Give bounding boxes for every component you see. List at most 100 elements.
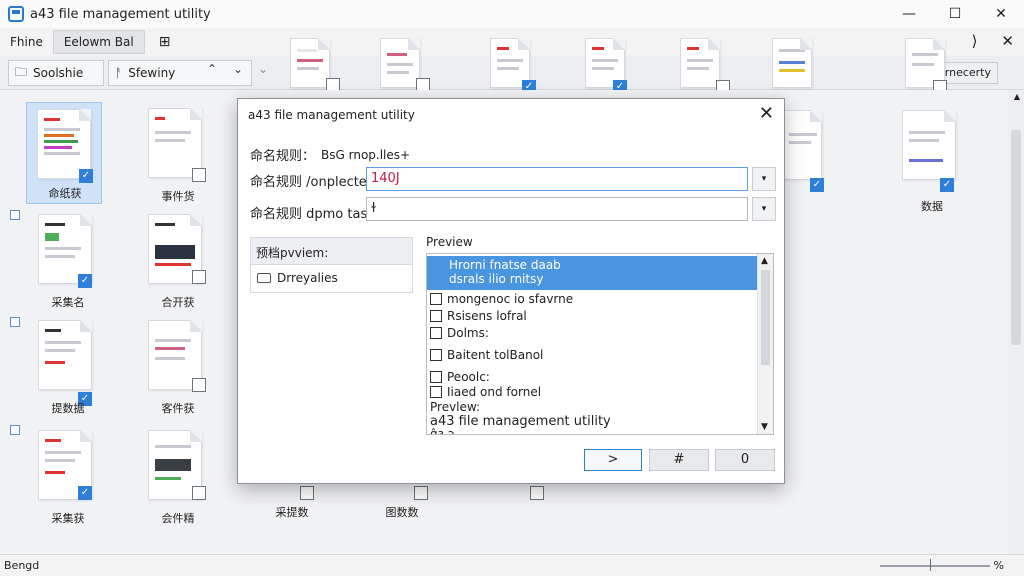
zoom-slider[interactable] <box>880 565 990 567</box>
directories-label: Drreyalies <box>277 271 338 285</box>
zoom-slider-handle[interactable] <box>930 559 931 571</box>
redo-icon[interactable]: ⟩ <box>972 32 978 50</box>
document-icon <box>680 38 720 88</box>
preview-row[interactable]: Iiaed ond fornel <box>427 385 757 399</box>
checkbox[interactable] <box>414 486 428 500</box>
zero-button[interactable]: 0 <box>715 449 775 471</box>
scroll-up-icon[interactable]: ▲ <box>761 256 768 266</box>
preview-row-text: ɑ̂ɜ ɔ <box>430 427 455 435</box>
preview-label: Preview <box>426 235 473 249</box>
file-label: 提数据 <box>51 402 85 415</box>
checkbox[interactable] <box>530 486 544 500</box>
demo-input[interactable]: ɫ <box>366 197 748 221</box>
minimize-button[interactable]: — <box>886 0 932 28</box>
next-button[interactable]: > <box>584 449 642 471</box>
file-label: 会件精 <box>161 512 195 525</box>
checkbox-checked[interactable]: ✓ <box>79 169 93 183</box>
preview-row[interactable]: Baitent tolBanol <box>427 348 757 362</box>
hash-button[interactable]: # <box>649 449 709 471</box>
preview-row-checkbox[interactable] <box>430 293 442 305</box>
close-icon[interactable]: ✕ <box>1001 32 1014 50</box>
file-label: 客件获 <box>161 402 195 415</box>
preview-row-checkbox[interactable] <box>430 310 442 322</box>
checkbox[interactable] <box>192 378 206 392</box>
file-thumb-selected[interactable]: ✓ 命纸获 <box>26 102 102 204</box>
scroll-down-icon[interactable]: ▼ <box>761 422 768 432</box>
file-label: 事件货 <box>161 190 195 203</box>
chevron-down-icon[interactable]: ⌄ <box>233 62 243 76</box>
preview-row-text: Iiaed ond fornel <box>447 385 542 399</box>
checkbox[interactable] <box>192 486 206 500</box>
preview-row: Prevlew: <box>427 400 757 414</box>
preview-row-selected[interactable]: Hrorni fnatse daab dsrals ilio rnitsy <box>427 256 757 290</box>
menu-right: ⟩ ✕ <box>972 32 1014 50</box>
scroll-up-icon[interactable]: ▲ <box>1014 92 1020 101</box>
maximize-button[interactable]: ☐ <box>932 0 978 28</box>
preview-row[interactable]: mongenoc io sfavrne <box>427 292 757 306</box>
dialog-close-icon[interactable]: ✕ <box>759 103 774 124</box>
preview-row-text: Dolms: <box>447 326 489 340</box>
preview-sel-line2: dsrals ilio rnitsy <box>449 272 544 286</box>
document-icon <box>782 110 822 180</box>
demo-dropdown-icon[interactable]: ▾ <box>752 197 776 221</box>
preview-row-checkbox[interactable] <box>430 349 442 361</box>
preview-row[interactable]: Peoolc: <box>427 370 757 384</box>
rename-dialog: a43 file management utility ✕ 命名规则： BsG … <box>237 98 785 484</box>
document-icon <box>902 110 956 180</box>
checkbox-checked[interactable]: ✓ <box>78 486 92 500</box>
window-titlebar: a43 file management utility — ☐ ✕ <box>0 0 1024 28</box>
complete-dropdown-icon[interactable]: ▾ <box>752 167 776 191</box>
view-box[interactable]: ᚨ Sfewiny <box>108 60 252 86</box>
file-label: 合开获 <box>161 296 195 309</box>
grid-scroll-thumb[interactable] <box>1011 130 1021 345</box>
complete-input[interactable]: 140J <box>366 167 748 191</box>
row-checkbox[interactable] <box>10 317 20 327</box>
checkbox[interactable] <box>192 270 206 284</box>
view-icon: ᚨ <box>115 66 123 80</box>
statusbar: Bengd % <box>0 554 1024 576</box>
close-button[interactable]: ✕ <box>978 0 1024 28</box>
folder-icon: 🗀 <box>15 64 28 79</box>
window-controls: — ☐ ✕ <box>886 0 1024 28</box>
preview-row[interactable]: Dolms: <box>427 326 757 340</box>
left-panel-head: 预档pvviem: <box>251 238 412 265</box>
file-label: 采提数 <box>275 506 309 519</box>
preview-scroll-thumb[interactable] <box>761 270 770 365</box>
chevron-up-icon[interactable]: ⌃ <box>207 62 217 76</box>
preview-row-checkbox[interactable] <box>430 327 442 339</box>
preview-row-text: Peoolc: <box>447 370 490 384</box>
demo-label: 命名规则 dpmo tase <box>250 207 376 222</box>
preview-list[interactable]: Hrorni fnatse daab dsrals ilio rnitsy mo… <box>426 253 774 435</box>
dialog-title: a43 file management utility <box>248 108 415 122</box>
preview-row-checkbox[interactable] <box>430 386 442 398</box>
checkbox-checked[interactable]: ✓ <box>810 178 824 192</box>
preview-row-text: mongenoc io sfavrne <box>447 292 574 306</box>
file-label: 命纸获 <box>48 187 82 200</box>
preview-row[interactable]: Rsisens lofral <box>427 309 757 323</box>
preview-row-checkbox[interactable] <box>430 371 442 383</box>
checkbox-checked[interactable]: ✓ <box>78 274 92 288</box>
checkbox[interactable] <box>300 486 314 500</box>
row-checkbox[interactable] <box>10 425 20 435</box>
dialog-titlebar: a43 file management utility <box>238 99 784 131</box>
status-text: Bengd <box>4 559 40 572</box>
grid-icon[interactable]: ⊞ <box>159 34 171 50</box>
directories-item[interactable]: Drreyalies <box>251 265 412 291</box>
menu-item-eelowm[interactable]: Eelowm Bal <box>52 30 145 54</box>
checkbox[interactable] <box>192 168 206 182</box>
rule-value: BsG rnop.lles+ <box>321 147 411 162</box>
folder-icon <box>257 273 271 283</box>
preview-scrollbar[interactable]: ▲ ▼ <box>757 254 773 434</box>
expand-icon[interactable]: ⌄ <box>258 62 268 76</box>
window-title: a43 file management utility <box>30 6 211 22</box>
zoom-percent: % <box>993 559 1004 572</box>
demo-row: 命名规则 dpmo tase <box>250 203 375 222</box>
checkbox-checked[interactable]: ✓ <box>940 178 954 192</box>
app-icon <box>8 6 24 22</box>
row-checkbox[interactable] <box>10 210 20 220</box>
menu-item-fhine[interactable]: Fhine <box>0 31 53 53</box>
preview-row-text: Rsisens lofral <box>447 309 527 323</box>
location-box[interactable]: 🗀 Soolshie <box>8 60 104 86</box>
document-icon <box>38 320 92 390</box>
rule-row: 命名规则： BsG rnop.lles+ <box>250 145 411 165</box>
